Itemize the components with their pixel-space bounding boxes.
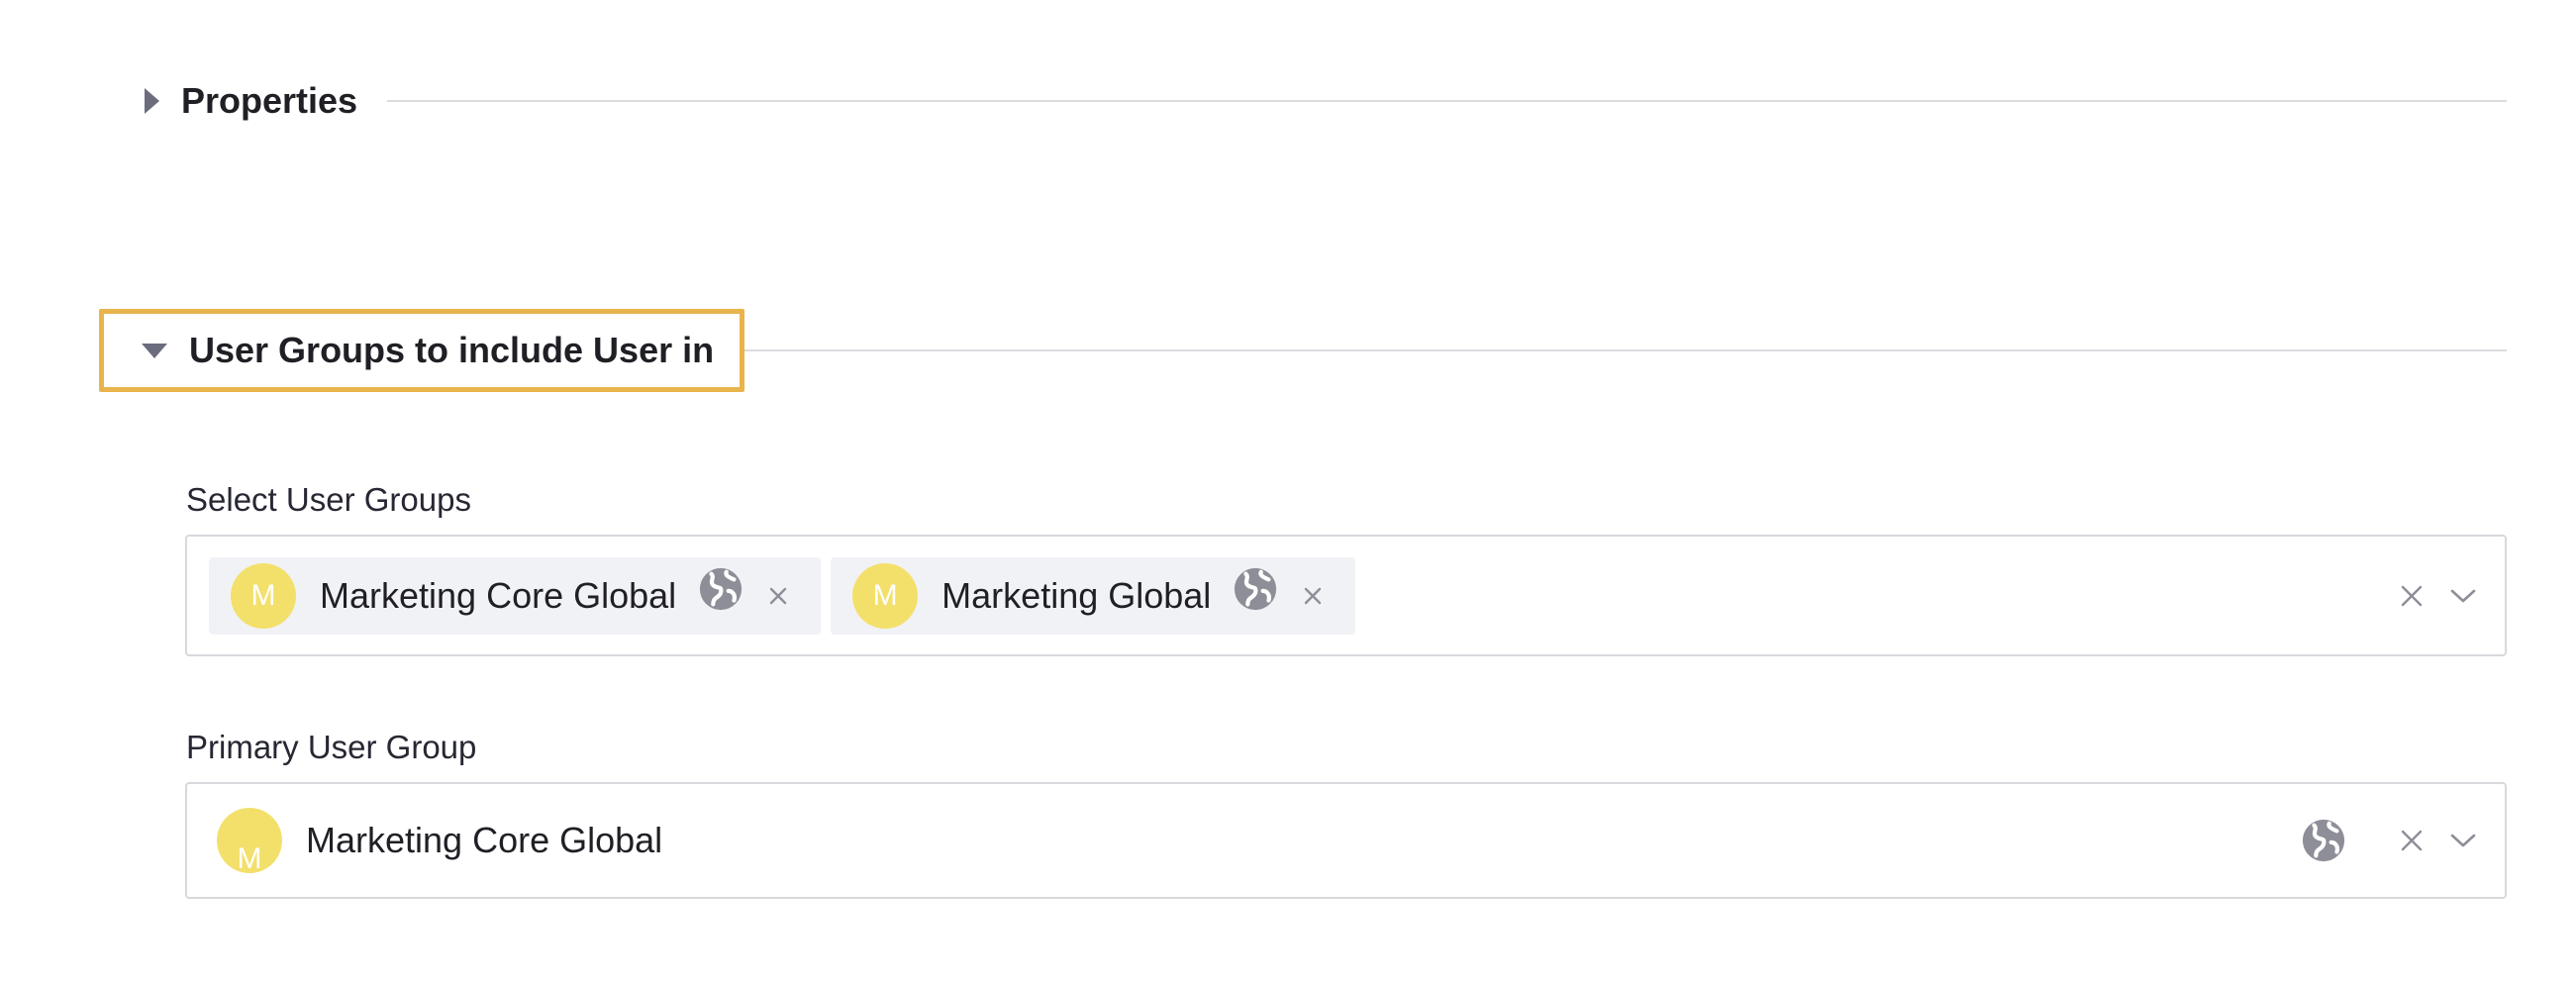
clear-selection-close-icon[interactable] [2392, 821, 2431, 860]
globe-icon [2301, 818, 2346, 863]
globe-icon [698, 566, 743, 626]
tag-label: Marketing Global [941, 574, 1212, 616]
properties-section-toggle[interactable]: Properties [99, 59, 357, 143]
tag-label: Marketing Core Global [320, 574, 677, 616]
caret-right-icon [145, 88, 159, 114]
avatar: M [231, 562, 296, 629]
avatar: M [852, 562, 919, 629]
globe-icon [1233, 566, 1278, 626]
remove-tag-close-icon[interactable] [763, 581, 793, 611]
selected-group-tag: M Marketing Core Global [209, 556, 822, 635]
primary-user-group-field[interactable]: M Marketing Core Global [185, 782, 2507, 899]
chevron-down-icon[interactable] [2443, 821, 2483, 860]
properties-section-title: Properties [181, 80, 358, 121]
section-divider [744, 349, 2507, 351]
remove-tag-close-icon[interactable] [1298, 581, 1328, 611]
primary-user-group-value: Marketing Core Global [306, 820, 663, 860]
user-groups-section-toggle[interactable]: User Groups to include User in [99, 309, 745, 392]
user-groups-section-header: User Groups to include User in [99, 309, 2507, 392]
select-user-groups-label: Select User Groups [186, 481, 471, 518]
section-divider [387, 100, 2507, 102]
selected-group-tag: M Marketing Global [831, 556, 1356, 635]
clear-selection-close-icon[interactable] [2392, 576, 2431, 616]
chevron-down-icon[interactable] [2443, 576, 2483, 616]
avatar: M [217, 808, 282, 874]
caret-down-icon [142, 343, 167, 358]
primary-user-group-label: Primary User Group [186, 729, 477, 765]
select-user-groups-field[interactable]: M Marketing Core Global M Marketing Glob… [185, 535, 2507, 656]
properties-section-header: Properties [99, 59, 2507, 143]
user-groups-section-title: User Groups to include User in [189, 330, 715, 370]
